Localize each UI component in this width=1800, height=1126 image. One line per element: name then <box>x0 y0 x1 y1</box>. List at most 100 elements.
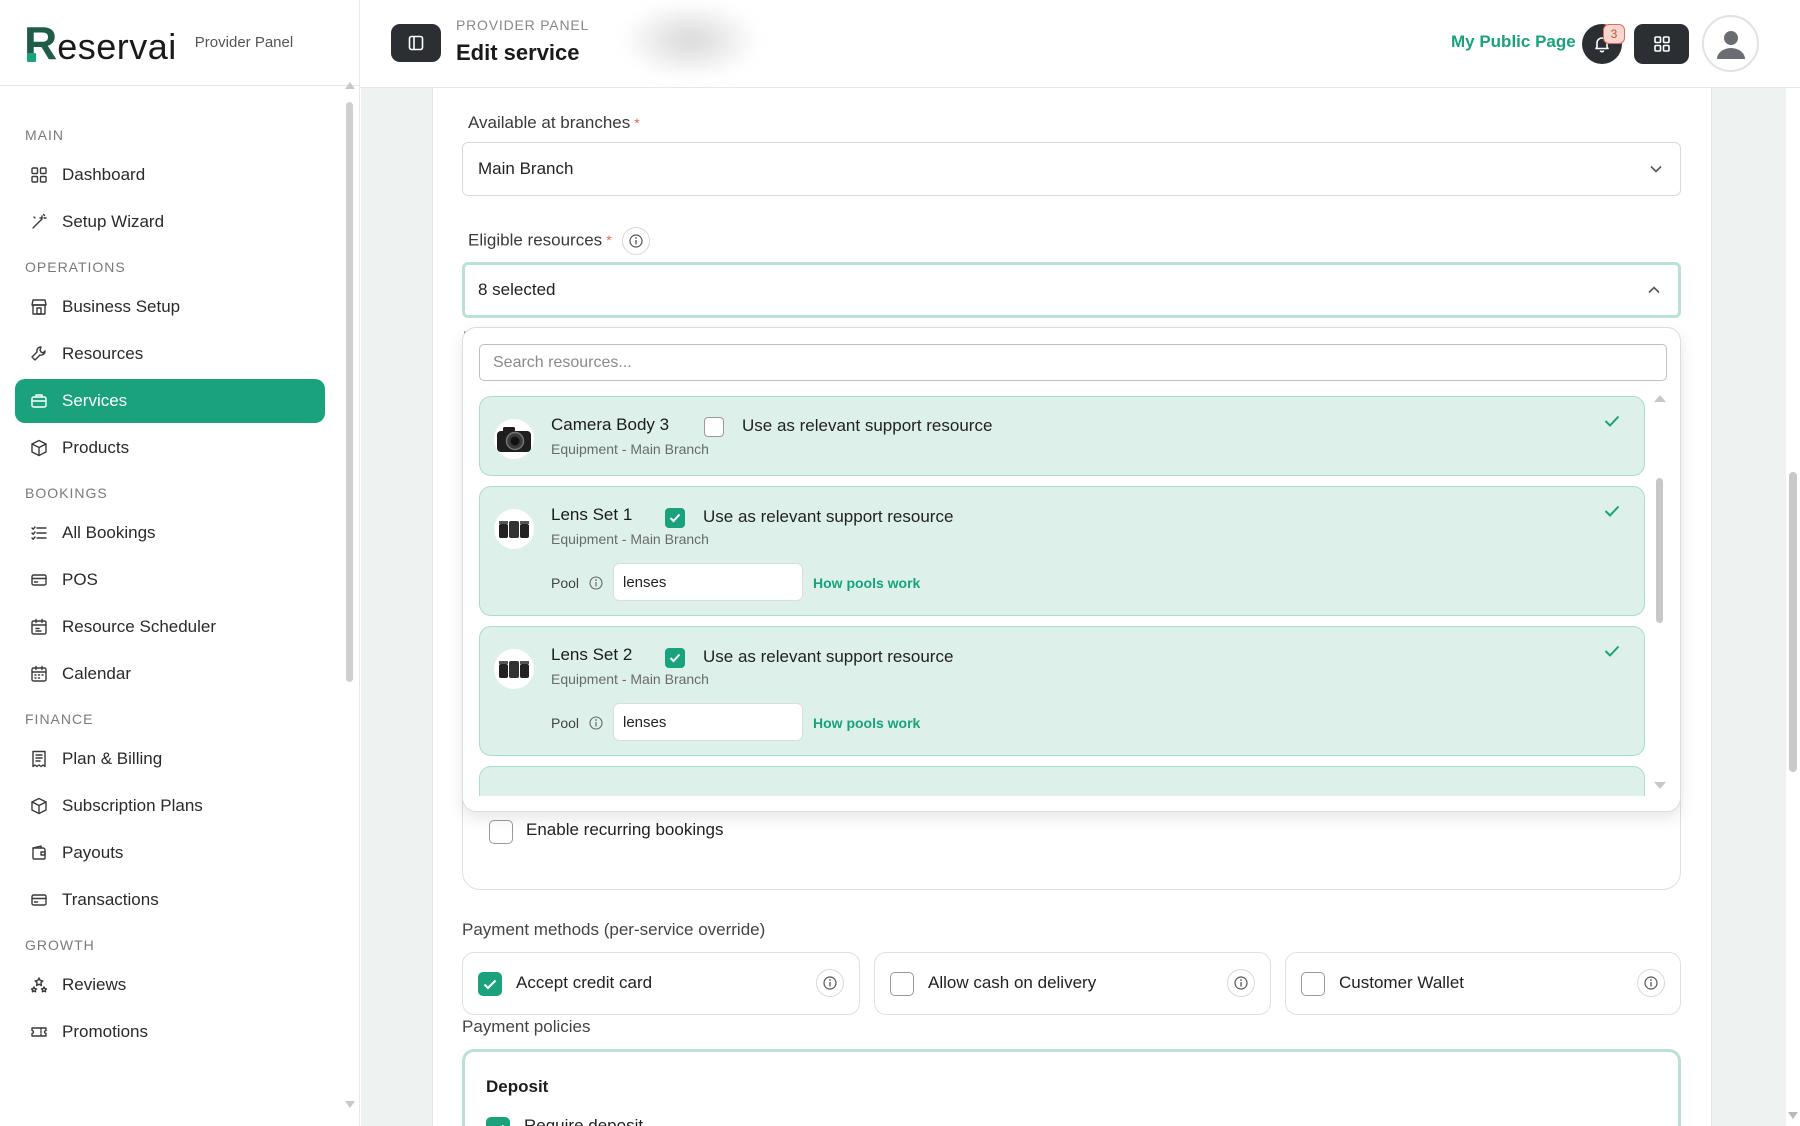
sidebar: Reservai Provider Panel MAIN Dashboard Set… <box>0 0 360 1126</box>
scroll-down-arrow-icon[interactable] <box>1654 782 1666 789</box>
sidebar-toggle-button[interactable] <box>391 24 441 62</box>
pool-input[interactable] <box>613 563 803 601</box>
sidebar-item-business-setup[interactable]: Business Setup <box>15 285 325 329</box>
sidebar-item-pos[interactable]: POS <box>15 558 325 602</box>
info-icon[interactable] <box>816 969 844 997</box>
payment-policies-title: Payment policies <box>462 1017 591 1036</box>
customer-wallet-checkbox[interactable] <box>1301 972 1325 996</box>
branches-select-value: Main Branch <box>478 159 574 178</box>
scroll-up-arrow-icon[interactable] <box>345 82 355 89</box>
payment-option-card[interactable]: Allow cash on delivery <box>874 952 1271 1015</box>
sidebar-item-setup-wizard[interactable]: Setup Wizard <box>15 200 325 244</box>
dashboard-icon <box>30 166 48 184</box>
nav-section-heading: FINANCE <box>25 711 94 727</box>
require-deposit-checkbox[interactable] <box>486 1117 510 1126</box>
nav-section-heading: GROWTH <box>25 937 95 953</box>
payment-option-label: Accept credit card <box>516 973 653 992</box>
chevron-down-icon <box>1650 165 1662 173</box>
scroll-down-arrow-icon[interactable] <box>345 1101 355 1108</box>
scrollbar-thumb[interactable] <box>1656 478 1663 623</box>
resources-label: Eligible resources * <box>468 227 650 255</box>
resource-option[interactable]: Lens Set 1 Equipment - Main Branch Use a… <box>479 486 1645 616</box>
nav-section-heading: MAIN <box>25 127 64 143</box>
sidebar-item-label: POS <box>62 570 98 589</box>
resource-option-partial[interactable] <box>479 766 1645 796</box>
scrollbar-thumb[interactable] <box>1789 472 1797 772</box>
page-scrollbar[interactable] <box>1786 0 1800 1126</box>
sidebar-item-label: Calendar <box>62 664 131 683</box>
branches-select[interactable]: Main Branch <box>462 142 1681 196</box>
resource-option[interactable]: Lens Set 2 Equipment - Main Branch Use a… <box>479 626 1645 756</box>
calendar-clock-icon <box>30 618 48 636</box>
deposit-title: Deposit <box>486 1077 549 1096</box>
allow-cash-on-delivery-checkbox[interactable] <box>890 972 914 996</box>
sidebar-item-label: All Bookings <box>62 523 156 542</box>
require-deposit-label: Require deposit <box>524 1116 644 1126</box>
pool-input[interactable] <box>613 703 803 741</box>
support-resource-checkbox[interactable] <box>704 417 724 437</box>
how-pools-work-link[interactable]: How pools work <box>813 575 920 591</box>
sidebar-item-subscription-plans[interactable]: Subscription Plans <box>15 784 325 828</box>
sidebar-item-label: Products <box>62 438 130 457</box>
lens-set-icon <box>494 509 534 549</box>
scroll-down-arrow-icon[interactable] <box>1788 1112 1798 1119</box>
accept-credit-card-checkbox[interactable] <box>478 972 502 996</box>
info-icon[interactable] <box>589 576 603 590</box>
resource-name: Lens Set 1 <box>551 505 633 524</box>
how-pools-work-link[interactable]: How pools work <box>813 715 920 731</box>
support-resource-checkbox[interactable] <box>665 648 685 668</box>
sidebar-item-transactions[interactable]: Transactions <box>15 878 325 922</box>
resource-subtitle: Equipment - Main Branch <box>551 531 709 547</box>
dropdown-scrollbar[interactable] <box>1654 395 1666 789</box>
logo-text: eservai <box>57 25 177 67</box>
branches-label: Available at branches * <box>468 113 640 132</box>
logo-letter: R <box>24 16 58 69</box>
box-icon <box>30 797 48 815</box>
user-icon <box>1716 30 1745 59</box>
sidebar-item-products[interactable]: Products <box>15 426 325 470</box>
checkmark-icon <box>669 653 681 663</box>
sidebar-toggle-icon <box>408 35 424 51</box>
info-icon[interactable] <box>589 716 603 730</box>
scroll-up-arrow-icon[interactable] <box>1654 395 1666 402</box>
info-icon[interactable] <box>621 227 650 255</box>
resources-select[interactable]: 8 selected <box>462 262 1681 318</box>
list-icon <box>30 524 48 542</box>
sidebar-item-promotions[interactable]: Promotions <box>15 1010 325 1054</box>
support-resource-label: Use as relevant support resource <box>703 507 954 526</box>
my-public-page-link[interactable]: My Public Page <box>1451 32 1576 52</box>
apps-menu-button[interactable] <box>1634 24 1689 64</box>
info-icon[interactable] <box>1637 969 1665 997</box>
sidebar-item-all-bookings[interactable]: All Bookings <box>15 511 325 555</box>
lens-set-icon <box>494 649 534 689</box>
user-avatar[interactable] <box>1702 15 1759 72</box>
sidebar-item-dashboard[interactable]: Dashboard <box>15 153 325 197</box>
resource-search-input[interactable] <box>479 344 1667 381</box>
sidebar-item-reviews[interactable]: Reviews <box>15 963 325 1007</box>
resources-dropdown: Camera Body 3 Equipment - Main Branch Us… <box>462 327 1681 812</box>
sidebar-item-label: Payouts <box>62 843 124 862</box>
info-icon[interactable] <box>1227 969 1255 997</box>
payment-option-card[interactable]: Customer Wallet <box>1285 952 1681 1015</box>
sidebar-item-calendar[interactable]: Calendar <box>15 652 325 696</box>
sidebar-item-label: Business Setup <box>62 297 181 316</box>
topbar: PROVIDER PANEL Edit service My Public Pa… <box>360 0 1800 88</box>
resource-options-list: Camera Body 3 Equipment - Main Branch Us… <box>479 396 1649 796</box>
sidebar-scrollbar[interactable] <box>345 82 355 1108</box>
resource-subtitle: Equipment - Main Branch <box>551 441 709 457</box>
brand: Reservai Provider Panel <box>0 0 359 86</box>
sidebar-item-resource-scheduler[interactable]: Resource Scheduler <box>15 605 325 649</box>
resource-option[interactable]: Camera Body 3 Equipment - Main Branch Us… <box>479 396 1645 476</box>
sidebar-item-payouts[interactable]: Payouts <box>15 831 325 875</box>
logo[interactable]: Reservai <box>24 20 177 66</box>
sidebar-item-resources[interactable]: Resources <box>15 332 325 376</box>
box-icon <box>30 439 48 457</box>
recurring-bookings-checkbox[interactable] <box>489 820 513 844</box>
support-resource-checkbox[interactable] <box>665 508 685 528</box>
sidebar-item-plan-billing[interactable]: Plan & Billing <box>15 737 325 781</box>
sidebar-item-services[interactable]: Services <box>15 379 325 423</box>
page-title: Edit service <box>456 40 580 65</box>
scrollbar-thumb[interactable] <box>346 102 353 682</box>
sidebar-item-label: Plan & Billing <box>62 749 163 768</box>
payment-option-card[interactable]: Accept credit card <box>462 952 860 1015</box>
